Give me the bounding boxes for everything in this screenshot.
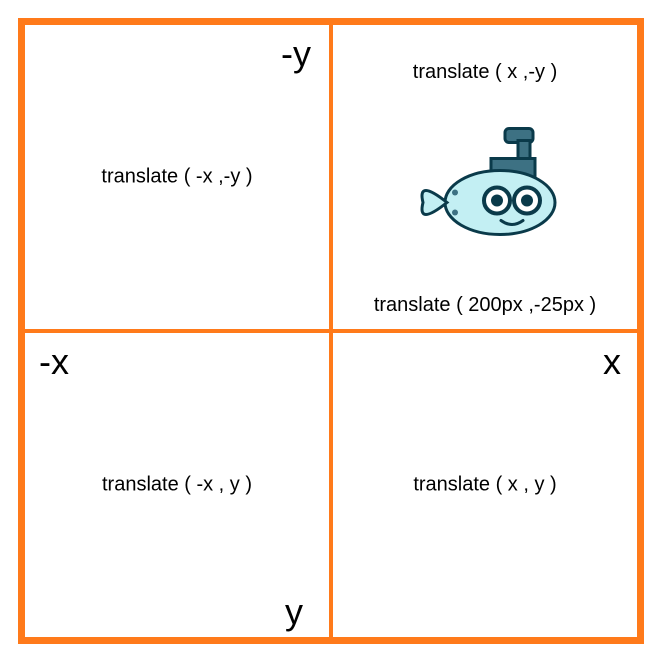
translate-func-q2: translate ( -x ,-y )	[101, 166, 252, 189]
submarine-icon	[405, 121, 565, 246]
quadrant-bottom-left: -x translate ( -x , y ) y	[23, 331, 331, 639]
translate-func-q4: translate ( x , y )	[413, 474, 556, 497]
axis-label-pos-x: x	[603, 341, 621, 383]
axis-label-neg-x: -x	[39, 341, 69, 383]
translate-func-q3: translate ( -x , y )	[102, 474, 252, 497]
axis-label-pos-y: y	[285, 591, 303, 633]
quadrant-grid: -y translate ( -x ,-y ) translate ( x ,-…	[18, 18, 644, 644]
quadrant-top-left: -y translate ( -x ,-y )	[23, 23, 331, 331]
translate-func-q1: translate ( x ,-y )	[413, 61, 557, 84]
quadrant-bottom-right: x translate ( x , y )	[331, 331, 639, 639]
quadrant-top-right: translate ( x ,-y )	[331, 23, 639, 331]
translate-example-q1: translate ( 200px ,-25px )	[374, 294, 596, 317]
axis-label-neg-y: -y	[281, 33, 311, 75]
